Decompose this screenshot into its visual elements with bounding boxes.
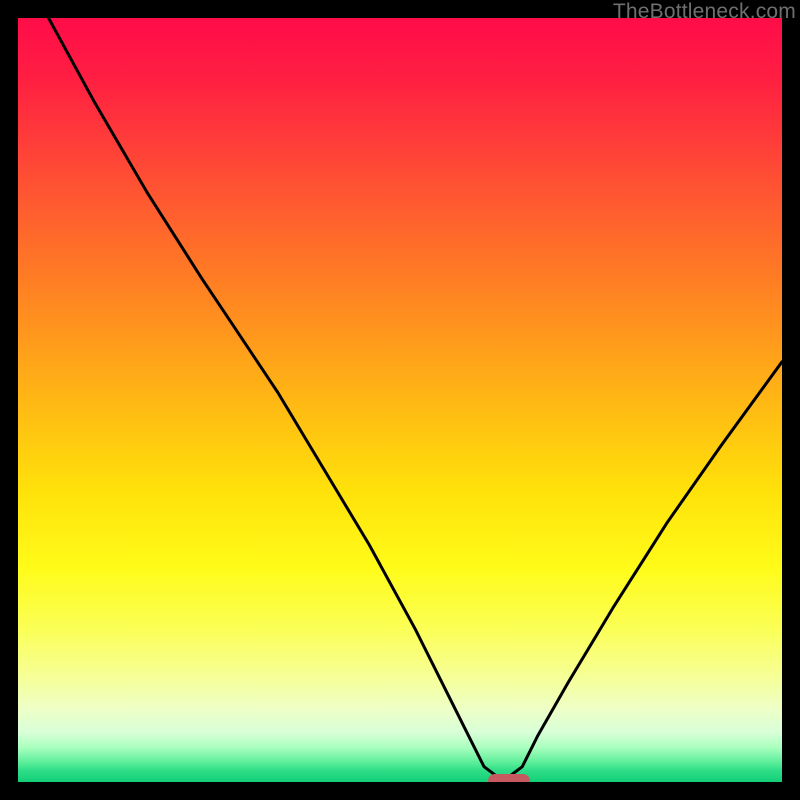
watermark-label: TheBottleneck.com <box>613 0 796 24</box>
plot-area <box>18 18 782 782</box>
bottleneck-curve <box>18 18 782 782</box>
chart-frame: TheBottleneck.com <box>0 0 800 800</box>
optimal-marker <box>488 774 530 782</box>
